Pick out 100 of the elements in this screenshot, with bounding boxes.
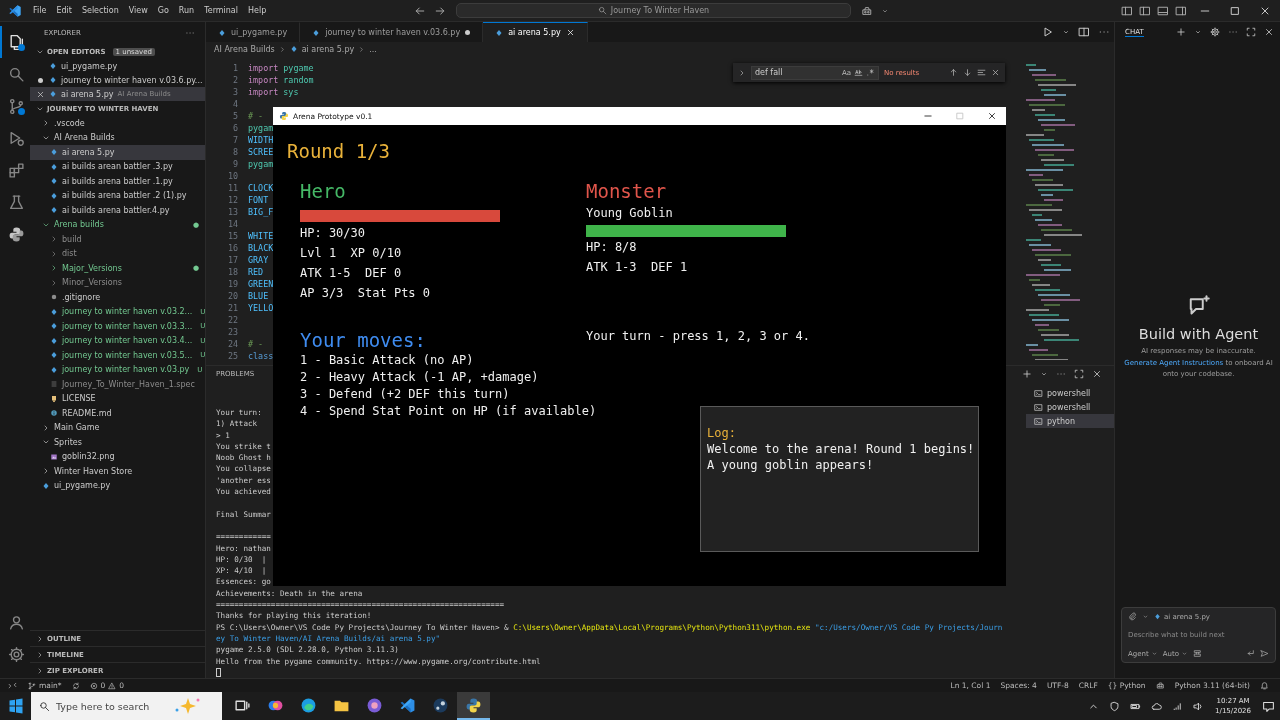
close-icon[interactable] bbox=[565, 28, 575, 37]
maximize-icon[interactable] bbox=[1229, 4, 1241, 17]
maximize-panel-icon[interactable] bbox=[1074, 369, 1084, 379]
menu-item[interactable]: Help bbox=[243, 6, 272, 15]
command-center-field[interactable]: Journey To Winter Haven bbox=[456, 3, 851, 18]
tree-item[interactable]: ui_pygame.py bbox=[30, 478, 205, 493]
tree-item[interactable]: Winter Haven Store bbox=[30, 464, 205, 479]
open-editor-item[interactable]: journey to winter haven v.03.6.py... bbox=[30, 73, 205, 87]
tree-item[interactable]: README.md bbox=[30, 406, 205, 421]
taskbar-button[interactable] bbox=[457, 692, 490, 720]
move-option: 3 - Defend (+2 DEF this turn) bbox=[300, 386, 510, 403]
maximize-icon[interactable] bbox=[1246, 27, 1256, 37]
attach-icon[interactable] bbox=[1128, 612, 1137, 621]
file-icon bbox=[495, 28, 504, 37]
arrow-up-icon[interactable] bbox=[949, 68, 958, 77]
menu-item[interactable]: Selection bbox=[76, 6, 124, 15]
tree-item[interactable]: ai builds arena battler.4.py bbox=[30, 203, 205, 218]
close-icon[interactable] bbox=[991, 68, 1000, 77]
caret-icon[interactable] bbox=[1194, 28, 1202, 36]
panel-toggle-icon[interactable] bbox=[1157, 4, 1169, 17]
tree-item[interactable]: goblin32.png bbox=[30, 449, 205, 464]
hero-stat: HP: 30/30 bbox=[300, 225, 366, 242]
tree-item[interactable]: AI Arena Builds bbox=[30, 130, 205, 145]
open-editor-item[interactable]: ui_pygame.py bbox=[30, 59, 205, 73]
close-icon[interactable] bbox=[36, 89, 45, 99]
return-arrow-icon[interactable] bbox=[1246, 649, 1255, 658]
menu-item[interactable]: File bbox=[28, 6, 52, 15]
editor-tab[interactable]: ui_pygame.py bbox=[206, 22, 301, 42]
settings-icon[interactable] bbox=[1210, 27, 1220, 37]
find-in-selection-icon[interactable] bbox=[977, 68, 986, 77]
send-icon[interactable] bbox=[1260, 649, 1269, 658]
line-number: 18 bbox=[226, 266, 238, 278]
shield-icon[interactable] bbox=[1109, 700, 1121, 712]
add-terminal-icon[interactable] bbox=[1022, 369, 1032, 379]
start-icon[interactable] bbox=[8, 698, 24, 714]
breadcrumb[interactable]: ... bbox=[369, 44, 377, 54]
account-icon[interactable] bbox=[7, 613, 25, 631]
code-line: import random bbox=[248, 74, 314, 86]
line-number: 13 bbox=[226, 206, 238, 218]
tree-item[interactable]: ai builds arena battler .2 (1).py bbox=[30, 188, 205, 203]
shell-session[interactable]: powershell bbox=[1026, 386, 1114, 400]
hero-stat: AP 3/3 Stat Pts 0 bbox=[300, 285, 431, 302]
tools-icon[interactable] bbox=[1193, 649, 1202, 658]
settings-icon[interactable] bbox=[7, 645, 25, 663]
back-arrow-icon[interactable] bbox=[414, 4, 426, 17]
split-editor-icon[interactable] bbox=[1078, 26, 1090, 38]
remote-icon[interactable] bbox=[8, 681, 17, 690]
tree-item[interactable]: LICENSE bbox=[30, 391, 205, 406]
caret-icon[interactable] bbox=[1062, 28, 1070, 36]
tree-item[interactable]: Journey_To_Winter_Haven_1.spec bbox=[30, 377, 205, 392]
line-number: 9 bbox=[231, 158, 238, 170]
tree-item[interactable]: build bbox=[30, 232, 205, 247]
hero-stat: Lvl 1 XP 0/10 bbox=[300, 245, 402, 262]
chevron-icon[interactable] bbox=[738, 68, 746, 77]
line-number: 4 bbox=[231, 98, 238, 110]
tree-item[interactable]: ai builds arena battler .1.py bbox=[30, 174, 205, 189]
tree-item[interactable]: Main Game bbox=[30, 420, 205, 435]
tree-item[interactable]: .gitignore bbox=[30, 290, 205, 305]
line-number: 23 bbox=[226, 326, 238, 338]
speaker-icon[interactable] bbox=[1193, 700, 1205, 712]
shell-session[interactable]: powershell bbox=[1026, 400, 1114, 414]
tree-item[interactable]: dist bbox=[30, 246, 205, 261]
tree-item[interactable]: Sprites bbox=[30, 435, 205, 450]
taskbar-search-bar[interactable]: Type here to search bbox=[31, 692, 222, 720]
arrow-down-icon[interactable] bbox=[963, 68, 972, 77]
breadcrumb[interactable]: AI Arena Builds bbox=[214, 44, 275, 54]
tree-item[interactable]: ai arena 5.py bbox=[30, 145, 205, 160]
menu-item[interactable]: Edit bbox=[51, 6, 77, 15]
close-icon[interactable] bbox=[987, 111, 997, 121]
new-chat-icon[interactable] bbox=[1176, 27, 1186, 37]
tree-item[interactable]: ai builds arean battler .3.py bbox=[30, 159, 205, 174]
sidebar-toggle-icon[interactable] bbox=[1139, 4, 1151, 17]
forward-arrow-icon[interactable] bbox=[434, 4, 446, 17]
close-icon[interactable] bbox=[1092, 369, 1102, 379]
chevron-icon bbox=[358, 45, 366, 53]
secondary-sidebar-icon[interactable] bbox=[1175, 4, 1187, 17]
breadcrumb[interactable]: ai arena 5.py bbox=[301, 44, 355, 54]
code-line: import pygame bbox=[248, 62, 314, 74]
editor-tab[interactable]: ai arena 5.py bbox=[483, 22, 588, 42]
sync-icon[interactable] bbox=[71, 681, 80, 690]
caret-icon[interactable] bbox=[1142, 613, 1149, 620]
bell-icon[interactable] bbox=[1260, 681, 1269, 690]
cloud-icon[interactable] bbox=[1151, 700, 1163, 712]
tree-item[interactable]: .vscode bbox=[30, 116, 205, 131]
menu-item[interactable]: Terminal bbox=[199, 6, 243, 15]
shell-session[interactable]: python bbox=[1026, 414, 1114, 428]
regex-icon[interactable] bbox=[866, 68, 875, 77]
caret-icon[interactable] bbox=[1040, 370, 1048, 378]
menu-item[interactable]: Go bbox=[152, 6, 174, 15]
layout-icon[interactable] bbox=[1121, 4, 1133, 17]
notification-icon[interactable] bbox=[1262, 699, 1275, 713]
network-icon[interactable] bbox=[1172, 700, 1184, 712]
close-icon[interactable] bbox=[1264, 27, 1274, 37]
search-input[interactable]: Type here to search bbox=[56, 700, 166, 712]
menu-item[interactable]: Run bbox=[173, 6, 200, 15]
tree-item[interactable]: Minor_Versions bbox=[30, 275, 205, 290]
app-logo-icon bbox=[8, 3, 22, 18]
menu-item[interactable]: View bbox=[123, 6, 153, 15]
run-icon[interactable] bbox=[1042, 26, 1054, 38]
whole-word-icon[interactable] bbox=[854, 68, 863, 77]
